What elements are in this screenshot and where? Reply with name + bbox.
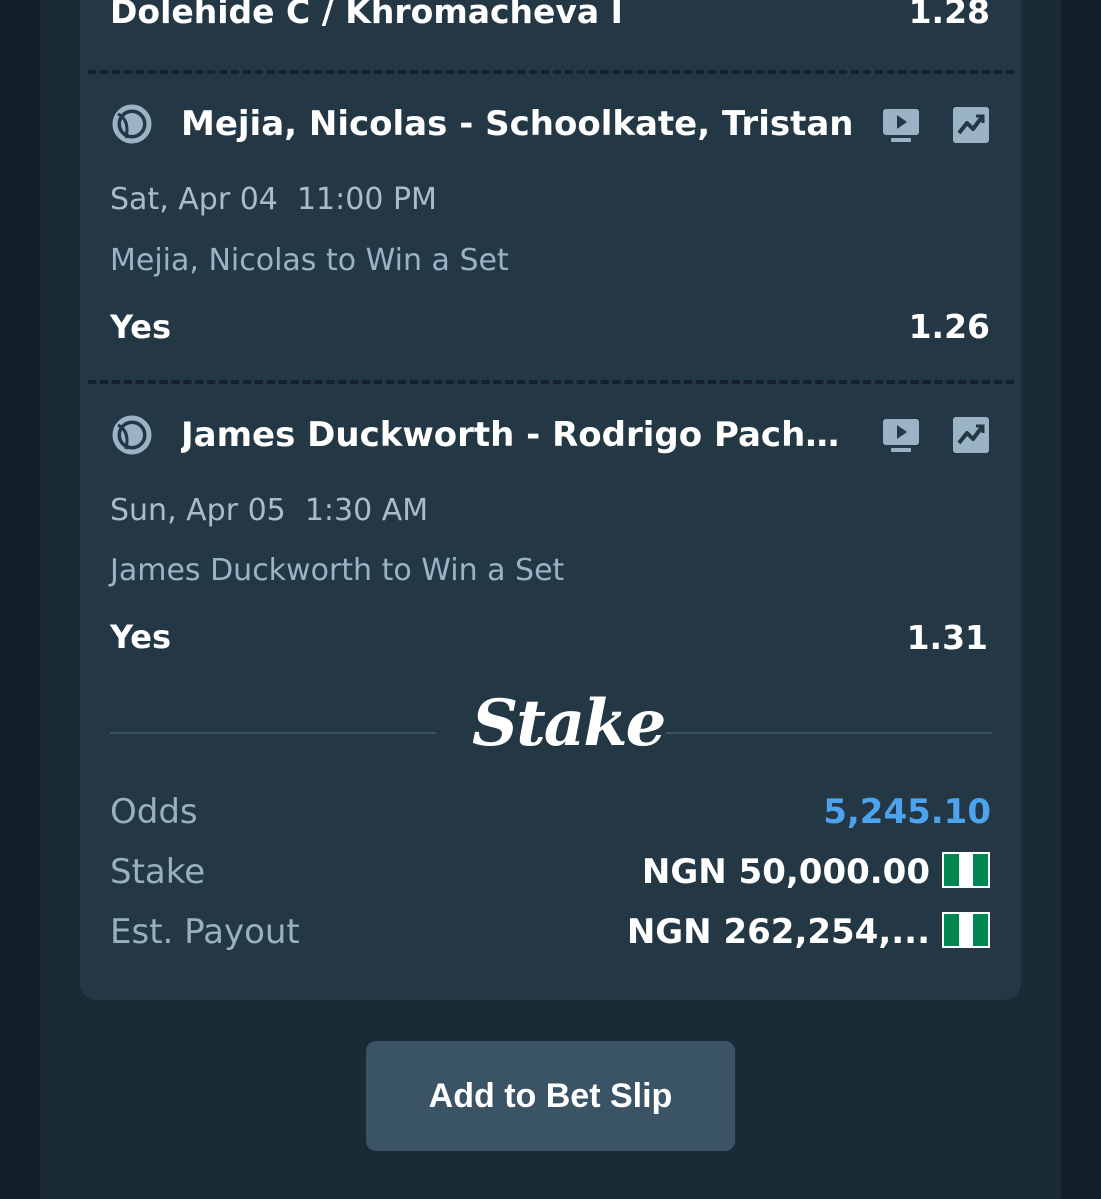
market-name: Mejia, Nicolas to Win a Set xyxy=(110,243,509,278)
stats-chart-icon[interactable] xyxy=(952,106,990,144)
stake-logo: Stake xyxy=(472,686,666,761)
event-title[interactable]: Mejia, Nicolas - Schoolkate, Tristan xyxy=(181,104,861,144)
selection-pick: Yes xyxy=(110,618,171,656)
stake-amount: NGN 50,000.00 xyxy=(641,852,930,892)
event-date: Sun, Apr 05 xyxy=(110,493,286,528)
total-odds: 5,245.10 xyxy=(823,792,991,832)
event-time: 1:30 AM xyxy=(304,493,429,528)
selection-odds: 1.28 xyxy=(908,0,990,31)
live-stream-icon[interactable] xyxy=(882,106,920,144)
nigeria-flag-icon xyxy=(942,852,990,888)
stats-chart-icon[interactable] xyxy=(952,416,990,454)
selection-odds: 1.31 xyxy=(906,618,988,657)
add-to-bet-slip-button[interactable]: Add to Bet Slip xyxy=(366,1041,735,1151)
logo-rule-right xyxy=(666,732,992,734)
event-title[interactable]: James Duckworth - Rodrigo Pachec... xyxy=(181,415,861,455)
stake-label: Stake xyxy=(110,852,206,892)
nigeria-flag-icon xyxy=(942,912,990,948)
odds-label: Odds xyxy=(110,792,198,832)
payout-amount: NGN 262,254,... xyxy=(626,912,930,952)
event-time: 11:00 PM xyxy=(296,182,437,217)
selection-pick: Yes xyxy=(110,308,171,346)
event-datetime: Sun, Apr 05 1:30 AM xyxy=(110,493,428,528)
divider xyxy=(88,70,1014,74)
tennis-ball-icon xyxy=(112,104,152,144)
logo-rule-left xyxy=(110,732,436,734)
event-date: Sat, Apr 04 xyxy=(110,182,278,217)
event-datetime: Sat, Apr 04 11:00 PM xyxy=(110,182,437,217)
market-name: James Duckworth to Win a Set xyxy=(110,553,565,588)
tennis-ball-icon xyxy=(112,415,152,455)
live-stream-icon[interactable] xyxy=(882,416,920,454)
payout-label: Est. Payout xyxy=(110,912,300,952)
selection-name: Dolehide C / Khromacheva I xyxy=(110,0,623,31)
divider xyxy=(88,380,1014,384)
selection-odds: 1.26 xyxy=(908,307,990,346)
